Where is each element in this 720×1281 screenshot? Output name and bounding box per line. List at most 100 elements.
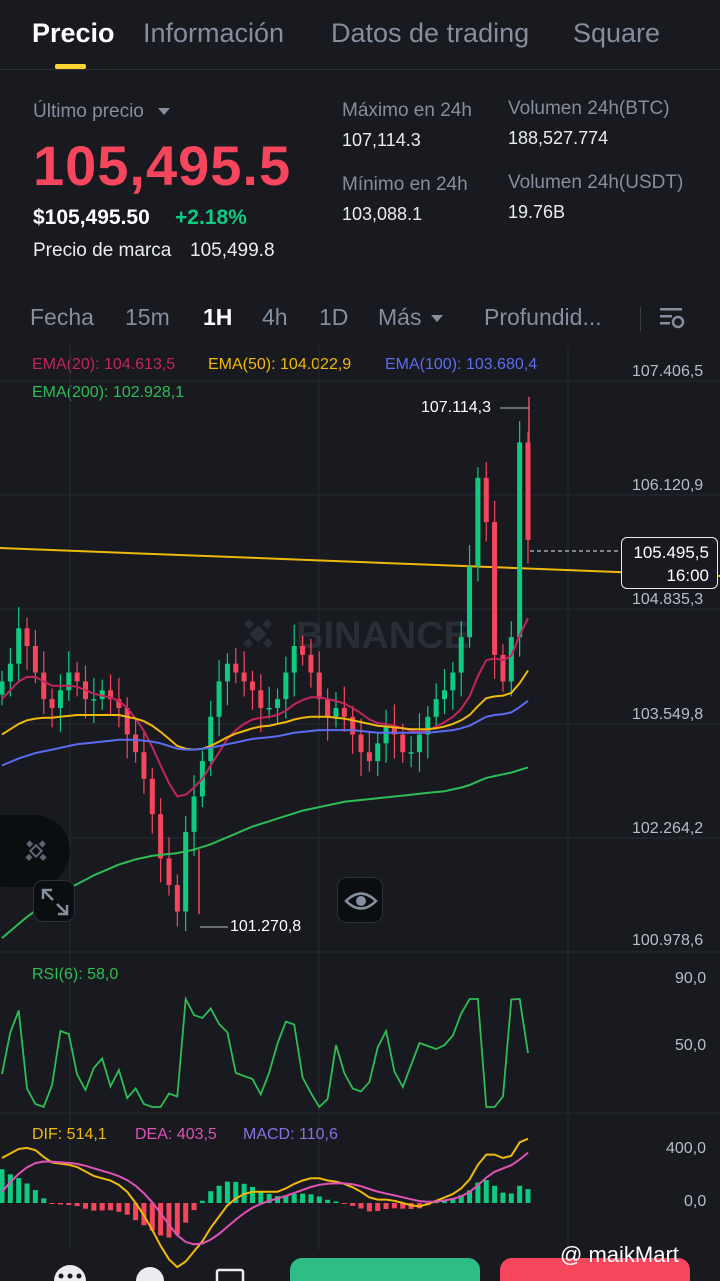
ema-lines xyxy=(1,617,529,939)
macd-bar xyxy=(124,1203,130,1215)
macd-axis-label: 0,0 xyxy=(684,1193,707,1210)
candle-body xyxy=(32,645,38,673)
candle-body xyxy=(366,752,372,762)
candle-body xyxy=(467,566,473,638)
macd-bar xyxy=(91,1203,97,1211)
macd-bar xyxy=(166,1203,172,1238)
macd-bar xyxy=(383,1203,389,1209)
buy-button[interactable] xyxy=(290,1258,480,1281)
macd-bar xyxy=(358,1203,364,1209)
side-panel-toggle[interactable] xyxy=(0,815,70,887)
candle-body xyxy=(233,663,239,673)
ema-line xyxy=(1,766,529,939)
dea-line xyxy=(1,1151,529,1246)
macd-bar xyxy=(24,1183,30,1203)
rsi-axis-label: 90,0 xyxy=(675,970,707,987)
macd-bar xyxy=(224,1181,230,1203)
footer-watermark: @ maikMart xyxy=(560,1242,679,1267)
macd-bar xyxy=(174,1203,180,1235)
chart-grid xyxy=(0,345,720,1250)
candle-body xyxy=(7,663,13,682)
high-annotation-label: 107.114,3 xyxy=(421,399,491,416)
macd-label: MACD: 110,6 xyxy=(243,1126,338,1143)
rsi-axis-label: 50,0 xyxy=(675,1037,707,1054)
candle-body xyxy=(41,672,47,700)
candle-body xyxy=(241,672,247,682)
rsi-line xyxy=(1,995,529,1109)
candle-body xyxy=(149,778,155,815)
price-chart[interactable]: BINANCE xyxy=(0,0,720,1281)
macd-bar xyxy=(158,1203,164,1236)
macd-bar xyxy=(366,1203,372,1212)
rsi-polyline xyxy=(1,995,529,1109)
macd-bar xyxy=(500,1192,506,1203)
axis-label: 104.835,3 xyxy=(632,591,704,608)
candle-body xyxy=(266,707,272,710)
candle-body xyxy=(458,637,464,673)
candle-body xyxy=(408,752,414,754)
candle-body xyxy=(216,681,222,717)
macd-bar xyxy=(508,1193,514,1203)
dif-label: DIF: 514,1 xyxy=(32,1126,107,1143)
macd-bar xyxy=(375,1203,381,1211)
candle-body xyxy=(191,796,197,832)
macd-bar xyxy=(333,1201,339,1203)
candle-body xyxy=(166,858,172,885)
macd-panel xyxy=(0,1137,531,1269)
candle-body xyxy=(141,752,147,779)
macd-bar xyxy=(66,1203,72,1205)
binance-watermark-text: BINANCE xyxy=(296,615,469,657)
binance-logo-icon xyxy=(25,840,47,861)
candle-body xyxy=(283,672,289,700)
candle-body xyxy=(325,699,331,717)
candle-body xyxy=(57,690,63,708)
macd-bar xyxy=(57,1203,63,1205)
macd-bar xyxy=(325,1199,331,1203)
more-icon xyxy=(54,1265,86,1281)
fullscreen-button[interactable] xyxy=(33,880,75,922)
candle-body xyxy=(183,831,189,912)
candle-body xyxy=(358,734,364,753)
candle-body xyxy=(400,734,406,753)
candlesticks xyxy=(0,396,531,932)
candle-body xyxy=(224,663,230,682)
eye-icon xyxy=(344,892,378,910)
macd-bar xyxy=(108,1203,114,1211)
macd-bar xyxy=(49,1203,55,1204)
macd-bar xyxy=(350,1203,356,1206)
axis-label: 102.264,2 xyxy=(632,820,704,837)
candle-body xyxy=(300,645,306,655)
macd-bar xyxy=(291,1193,297,1203)
macd-bar xyxy=(208,1191,214,1203)
candle-body xyxy=(508,637,514,682)
macd-bar xyxy=(391,1203,397,1209)
candle-body xyxy=(124,707,130,735)
axis-label: 107.406,5 xyxy=(632,363,704,380)
candle-body xyxy=(24,628,30,646)
rsi-label: RSI(6): 58,0 xyxy=(32,966,119,983)
candle-body xyxy=(442,690,448,700)
macd-bar xyxy=(0,1169,5,1203)
binance-watermark: BINANCE xyxy=(243,615,469,657)
macd-bar xyxy=(116,1203,122,1212)
macd-bar xyxy=(300,1193,306,1203)
trend-line xyxy=(0,547,720,577)
toggle-visibility-button[interactable] xyxy=(337,877,383,923)
candle-body xyxy=(133,734,139,753)
low-annotation-label: 101.270,8 xyxy=(230,918,302,935)
macd-bar xyxy=(74,1203,80,1207)
macd-bar xyxy=(82,1203,88,1209)
macd-axis-label: 400,0 xyxy=(666,1140,707,1157)
macd-bar xyxy=(216,1185,222,1203)
ema-line xyxy=(1,700,529,767)
candle-body xyxy=(0,681,5,695)
macd-bar xyxy=(191,1203,197,1211)
macd-bar xyxy=(517,1185,523,1203)
axis-label: 103.549,8 xyxy=(632,706,704,723)
candle-body xyxy=(333,707,339,717)
expand-icon xyxy=(41,888,69,916)
candle-body xyxy=(475,477,481,567)
current-price-tag: 105.495,5 16:00 xyxy=(621,537,718,589)
candle-body xyxy=(433,699,439,717)
candle-body xyxy=(416,734,422,753)
